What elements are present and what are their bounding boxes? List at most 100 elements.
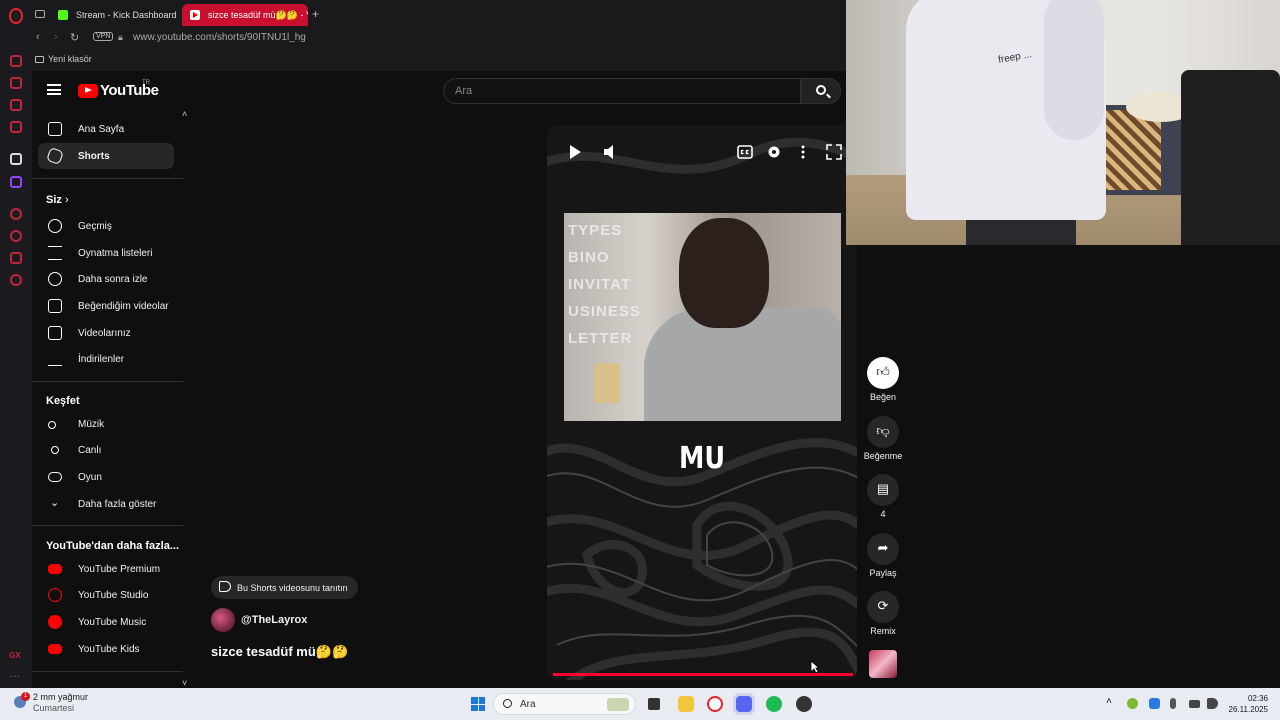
weather-widget[interactable]: 1 2 mm yağmur Cumartesi — [14, 692, 88, 714]
share-button[interactable]: ➦ Paylaş — [862, 533, 904, 578]
you-heading[interactable]: Siz › — [46, 194, 69, 206]
settings-icon[interactable] — [10, 274, 22, 286]
youtube-play-icon — [78, 83, 98, 98]
file-explorer-icon[interactable] — [678, 696, 694, 712]
sound-thumbnail[interactable] — [862, 650, 904, 678]
player-icon[interactable] — [10, 208, 22, 220]
pinboard-icon[interactable] — [10, 77, 22, 89]
weather-temp: 2 mm yağmur — [33, 692, 89, 702]
divider — [32, 671, 183, 672]
more-options-icon[interactable] — [795, 144, 811, 160]
sidebar-item-youtube-kids[interactable]: YouTube Kids — [38, 636, 174, 662]
sidebar-item-playlists[interactable]: Oynatma listeleri — [38, 240, 174, 266]
extensions-icon[interactable] — [10, 252, 22, 264]
settings-gear-icon[interactable] — [766, 144, 782, 160]
aria-icon[interactable] — [10, 55, 22, 67]
sidebar-item-music[interactable]: Müzik — [38, 411, 174, 437]
twitch-icon[interactable] — [10, 176, 22, 188]
sidebar-item-history[interactable]: Geçmiş — [38, 213, 174, 239]
clip-person-head — [679, 218, 769, 328]
like-icon — [48, 299, 62, 313]
sidebar-item-youtube-premium[interactable]: YouTube Premium — [38, 556, 174, 582]
system-clock[interactable]: 02:36 26.11.2025 — [1224, 693, 1268, 715]
search-input[interactable]: Ara — [443, 78, 801, 104]
sidebar-item-youtube-studio[interactable]: YouTube Studio — [38, 582, 174, 608]
more-icon[interactable]: ··· — [10, 671, 20, 682]
sidebar-item-show-more[interactable]: ⌄ Daha fazla göster — [38, 491, 174, 517]
dislike-button[interactable]: 👎︎ Beğenme — [862, 416, 904, 461]
webcam-chair — [1181, 70, 1280, 245]
menu-icon[interactable] — [47, 84, 61, 95]
channel-link[interactable]: @TheLayrox — [211, 608, 307, 632]
sidebar-item-downloads[interactable]: İndirilenler — [38, 346, 174, 372]
opera-logo-icon[interactable] — [9, 8, 23, 24]
url-field[interactable]: www.youtube.com/shorts/90ITNU1l_hg — [133, 32, 306, 43]
kick-icon[interactable] — [10, 153, 22, 165]
task-view-icon[interactable] — [648, 698, 660, 710]
comments-button[interactable]: ▤ 4 — [862, 474, 904, 519]
sidebar-item-watch-later[interactable]: Daha sonra izle — [38, 266, 174, 292]
sidebar-item-liked-videos[interactable]: Beğendiğim videolar — [38, 293, 174, 319]
gaming-icon — [48, 472, 62, 482]
tray-sync-icon[interactable] — [1149, 698, 1160, 709]
promote-short-button[interactable]: Bu Shorts videosunu tanıtın — [211, 576, 358, 599]
sidebar-item-label: Ana Sayfa — [78, 123, 125, 135]
like-button[interactable]: 👍︎ Beğen — [862, 357, 904, 402]
country-code: TR — [142, 80, 150, 86]
clock-date: 26.11.2025 — [1228, 705, 1268, 714]
share-label: Paylaş — [869, 568, 897, 578]
sidebar-item-label: Müzik — [78, 418, 105, 430]
search-button[interactable] — [801, 78, 841, 104]
gx-label[interactable]: GX — [9, 651, 21, 660]
chevron-down-icon: ⌄ — [50, 497, 60, 509]
back-button[interactable]: ‹ — [36, 31, 40, 43]
microphone-icon[interactable] — [1170, 698, 1176, 709]
start-button[interactable] — [471, 697, 485, 711]
opera-gx-taskbar-icon[interactable] — [707, 696, 723, 712]
shorts-player[interactable]: TYPES BINO INVITAT USINESS LETTER MU — [547, 125, 857, 680]
messenger-icon[interactable] — [10, 99, 22, 111]
tab-kick-dashboard[interactable]: Stream - Kick Dashboard — [50, 4, 178, 26]
sidebar-item-gaming[interactable]: Oyun — [38, 464, 174, 490]
channel-name[interactable]: @TheLayrox — [241, 614, 307, 626]
tab-overview-icon[interactable] — [35, 10, 45, 18]
fullscreen-icon[interactable] — [826, 144, 842, 160]
scroll-up-icon[interactable]: ˄ — [182, 109, 187, 119]
avatar[interactable] — [211, 608, 235, 632]
network-icon[interactable] — [1189, 700, 1200, 708]
divider — [32, 381, 183, 382]
music-icon — [48, 421, 56, 429]
taskbar-search[interactable]: Ara — [493, 693, 636, 715]
tab-strip: Stream - Kick Dashboard sizce tesadüf mü… — [32, 0, 846, 29]
tray-expand-icon[interactable]: ˄ — [1106, 696, 1112, 707]
clock-time: 02:36 — [1247, 694, 1268, 703]
address-bar: ‹ › ↻ VPN 🔒︎ www.youtube.com/shorts/90IT… — [32, 29, 846, 49]
news-icon[interactable] — [10, 121, 22, 133]
lock-icon[interactable]: 🔒︎ — [118, 32, 123, 43]
spotify-icon[interactable] — [766, 696, 782, 712]
remix-button[interactable]: ⟳ Remix — [862, 591, 904, 636]
sidebar-item-live[interactable]: Canlı — [38, 437, 174, 463]
sidebar-item-your-videos[interactable]: Videolarınız — [38, 320, 174, 346]
vpn-badge[interactable]: VPN — [93, 32, 114, 41]
sidebar-item-youtube-music[interactable]: YouTube Music — [38, 609, 174, 635]
tab-youtube-short[interactable]: sizce tesadüf mü🤔🤔 - Y — [182, 4, 308, 26]
bookmark-folder[interactable]: Yeni klasör — [35, 54, 92, 64]
reload-button[interactable]: ↻ — [70, 31, 79, 44]
tray-app-icon[interactable] — [1127, 698, 1138, 709]
play-icon[interactable] — [567, 144, 583, 160]
progress-bar[interactable] — [553, 673, 853, 676]
forward-button[interactable]: › — [54, 31, 58, 43]
sidebar-item-home[interactable]: Ana Sayfa — [38, 116, 174, 142]
sidebar-item-shorts[interactable]: Shorts — [38, 143, 174, 169]
history-sidebar-icon[interactable] — [10, 230, 22, 242]
new-tab-button[interactable]: + — [312, 7, 319, 21]
speaker-icon[interactable] — [1207, 698, 1218, 709]
discord-icon[interactable] — [736, 696, 752, 712]
volume-icon[interactable] — [602, 144, 618, 160]
sidebar-item-label: Canlı — [78, 444, 102, 456]
obs-icon[interactable] — [796, 696, 812, 712]
megaphone-icon — [219, 581, 231, 592]
captions-icon[interactable] — [737, 144, 753, 160]
scroll-down-icon[interactable]: ˅ — [182, 678, 187, 688]
